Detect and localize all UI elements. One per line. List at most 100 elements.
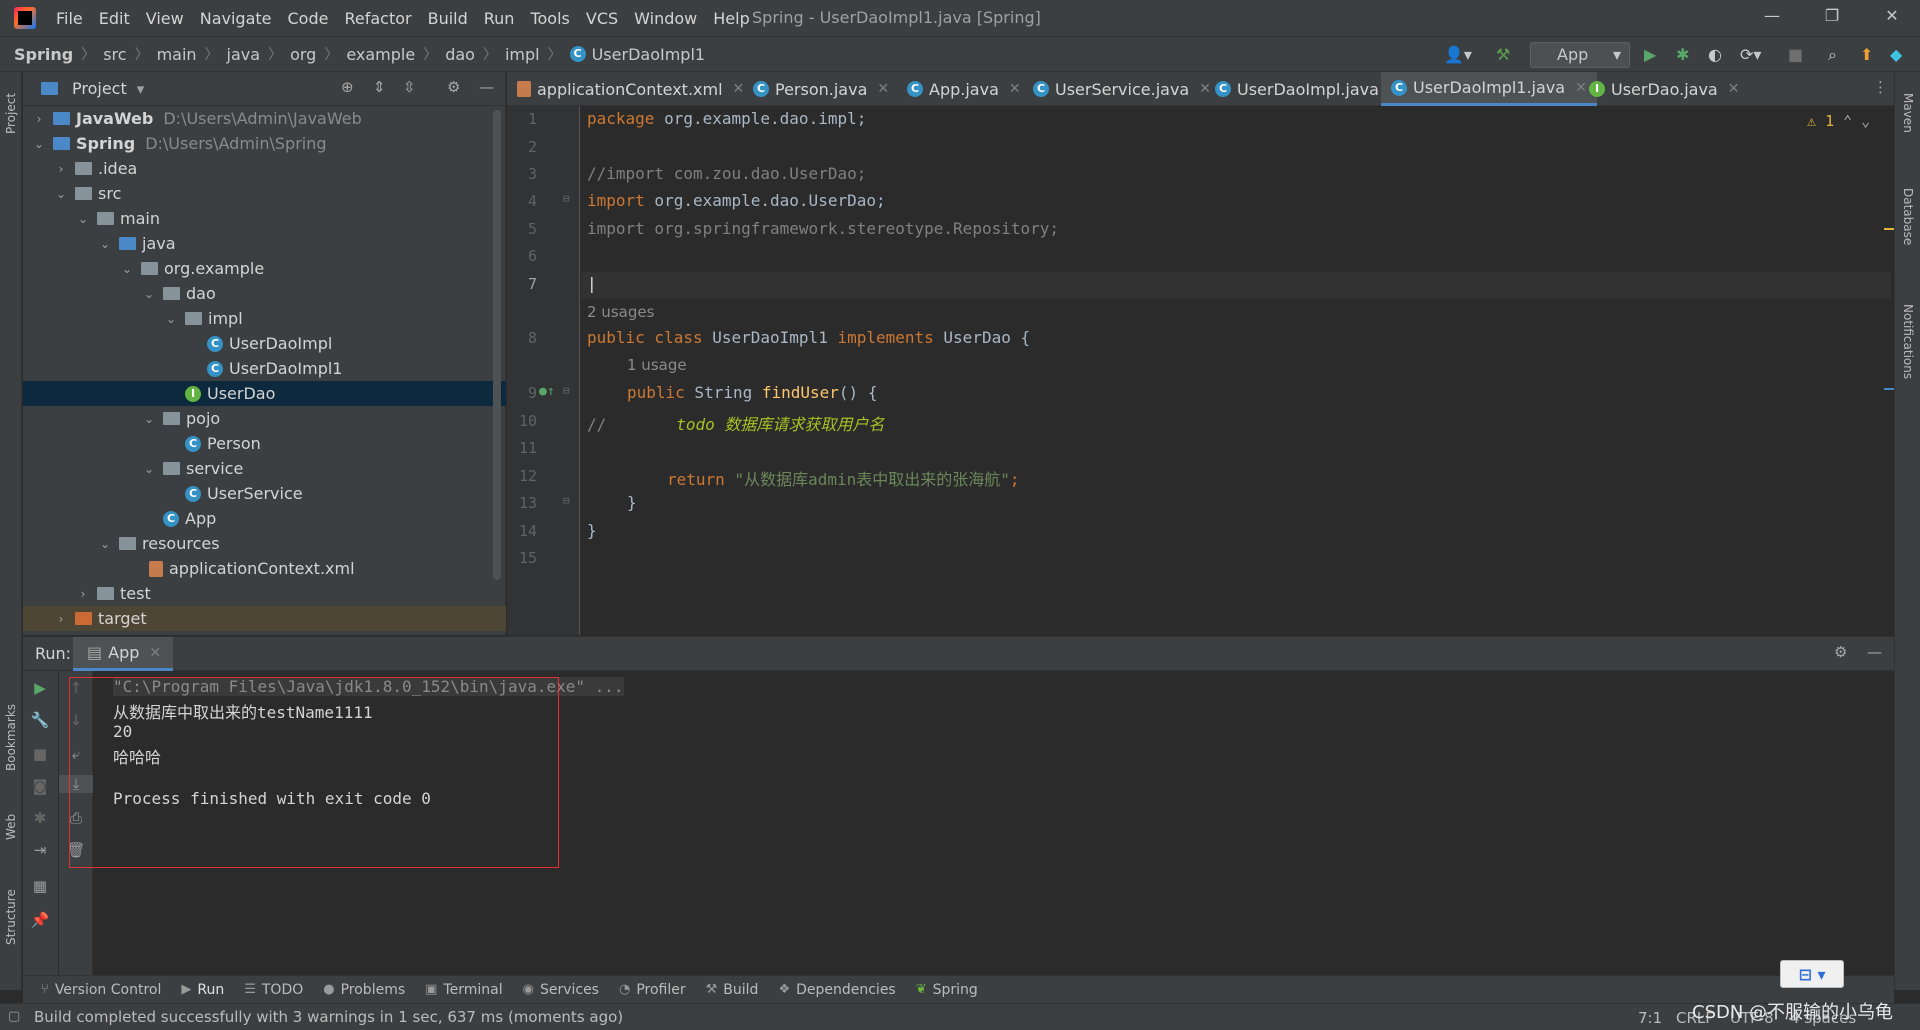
hide-panel-icon[interactable]: — [1867,643,1882,661]
chevron-down-icon[interactable]: ⌄ [53,187,69,201]
menu-refactor[interactable]: Refactor [336,9,419,28]
menu-window[interactable]: Window [626,9,705,28]
tree-item-spring[interactable]: ⌄ Spring D:\Users\Admin\Spring [23,131,506,156]
gear-icon[interactable]: ⚙ [1834,643,1847,661]
tree-item-idea[interactable]: › .idea [23,156,506,181]
fold-icon[interactable]: ⊟ [563,384,570,397]
structure-tool-tab[interactable]: Structure [0,877,22,957]
tool-tab-services[interactable]: ◉ Services [523,982,599,998]
menu-view[interactable]: View [138,9,192,28]
expand-all-icon[interactable]: ⇕ [373,78,386,96]
breadcrumb-item[interactable]: dao [445,45,475,64]
caret-position[interactable]: 7:1 [1638,1009,1662,1027]
code-editor[interactable]: 1 2 3 4 5 6 7 8 9 10 11 12 13 14 15 ●↑ ⊟… [507,106,1894,635]
status-message[interactable]: Build completed successfully with 3 warn… [34,1008,623,1026]
collapse-all-icon[interactable]: ⇳ [403,78,416,96]
breadcrumb-item[interactable]: example [346,45,415,64]
menu-build[interactable]: Build [420,9,476,28]
chevron-right-icon[interactable]: › [75,587,91,601]
coverage-icon[interactable]: ◐ [1708,45,1722,64]
tree-item-service[interactable]: ⌄ service [23,456,506,481]
chevron-down-icon[interactable]: ▾ [137,80,145,98]
toggle-panels-icon[interactable]: ▢ [8,1009,20,1024]
stop-icon[interactable]: ■ [23,745,57,763]
breadcrumb-item[interactable]: java [227,45,261,64]
breadcrumb-item[interactable]: src [103,45,126,64]
tree-item-userservice[interactable]: C UserService [23,481,506,506]
implements-marker-icon[interactable]: ●↑ [539,384,555,399]
tool-tab-profiler[interactable]: ◔ Profiler [619,982,686,998]
build-hammer-icon[interactable]: ⚒ [1496,45,1510,64]
menu-file[interactable]: File [48,9,91,28]
run-tab-app[interactable]: ▤ App ✕ [73,637,174,671]
close-icon[interactable]: ✕ [1728,81,1740,97]
tree-item-org-example[interactable]: ⌄ org.example [23,256,506,281]
run-icon[interactable]: ▶ [1644,45,1656,64]
web-tool-tab[interactable]: Web [0,802,22,852]
warning-stripe[interactable] [1884,228,1894,230]
run-config-select[interactable]: App [1530,42,1630,68]
breadcrumb-item[interactable]: UserDaoImpl1 [592,45,705,64]
chevron-down-icon[interactable]: ⌄ [97,537,113,551]
tool-tab-spring[interactable]: ❦ Spring [916,982,978,998]
tree-item-src[interactable]: ⌄ src [23,181,506,206]
wrench-icon[interactable]: 🔧 [23,711,57,729]
tree-item-userdaoimpl1[interactable]: C UserDaoImpl1 [23,356,506,381]
rerun-icon[interactable]: ▶ [23,679,57,697]
menu-navigate[interactable]: Navigate [192,9,280,28]
tree-item-main[interactable]: ⌄ main [23,206,506,231]
usages-hint[interactable]: 1 usage [627,356,687,374]
tab-userdaoimpl[interactable]: CUserDaoImpl.java✕ [1205,72,1411,106]
chevron-down-icon[interactable]: ⌄ [119,262,135,276]
usages-hint[interactable]: 2 usages [587,303,654,321]
breadcrumb-item[interactable]: Spring [14,45,73,64]
update-icon[interactable]: ⬆ [1860,45,1873,64]
gear-icon[interactable]: ⚙ [447,78,460,96]
more-tabs-icon[interactable]: ⋮ [1873,78,1888,96]
tool-tab-problems[interactable]: ● Problems [323,982,405,998]
tool-tab-todo[interactable]: ☰ TODO [244,982,303,998]
tree-item-resources[interactable]: ⌄ resources [23,531,506,556]
menu-edit[interactable]: Edit [91,9,138,28]
tree-item-userdao[interactable]: I UserDao [23,381,506,406]
project-panel-title[interactable]: Project [72,79,127,98]
tree-item-app[interactable]: C App [23,506,506,531]
camera-icon[interactable]: ◙ [23,777,57,795]
chevron-right-icon[interactable]: › [53,162,69,176]
tree-item-dao[interactable]: ⌄ dao [23,281,506,306]
locate-icon[interactable]: ⊕ [341,78,354,96]
profiler-icon[interactable]: ⟳▾ [1740,45,1761,64]
menu-tools[interactable]: Tools [522,9,577,28]
tool-tab-version-control[interactable]: ⑂ Version Control [41,982,161,998]
tree-item-test[interactable]: › test [23,581,506,606]
database-tool-tab[interactable]: Database [1897,172,1919,262]
chevron-down-icon[interactable]: ⌄ [97,237,113,251]
tool-tab-dependencies[interactable]: ❖ Dependencies [778,982,895,998]
close-window-icon[interactable]: ✕ [1872,6,1912,25]
tab-person[interactable]: C Person.java ✕ [743,72,899,106]
chevron-down-icon[interactable]: ⌄ [31,137,47,151]
tree-scrollbar[interactable] [493,110,501,580]
tree-item-applicationcontext[interactable]: applicationContext.xml [23,556,506,581]
user-icon[interactable]: 👤▾ [1444,45,1472,64]
close-icon[interactable]: ✕ [877,81,889,97]
tool-tab-run[interactable]: ▶ Run [181,982,224,998]
tool-tab-build[interactable]: ⚒ Build [706,982,759,998]
tab-userservice[interactable]: C UserService.java ✕ [1023,72,1221,106]
breadcrumb-item[interactable]: impl [505,45,540,64]
close-icon[interactable]: ✕ [149,645,161,661]
chevron-down-icon[interactable]: ⌄ [163,312,179,326]
chevron-right-icon[interactable]: › [53,612,69,626]
fold-icon[interactable]: ⊟ [563,494,570,507]
tab-applicationcontext[interactable]: applicationContext.xml ✕ [507,72,754,106]
chevron-down-icon[interactable]: ⌄ [141,462,157,476]
menu-help[interactable]: Help [705,9,757,28]
tree-item-javaweb[interactable]: › JavaWeb D:\Users\Admin\JavaWeb [23,106,506,131]
project-tool-tab[interactable]: Project [0,78,22,148]
debug-icon[interactable]: ✱ [1676,45,1689,64]
chevron-down-icon[interactable]: ⌄ [141,287,157,301]
tab-app[interactable]: C App.java ✕ [897,72,1031,106]
close-icon[interactable]: ✕ [1009,81,1021,97]
fold-icon[interactable]: ⊟ [563,192,570,205]
tree-item-person[interactable]: C Person [23,431,506,456]
